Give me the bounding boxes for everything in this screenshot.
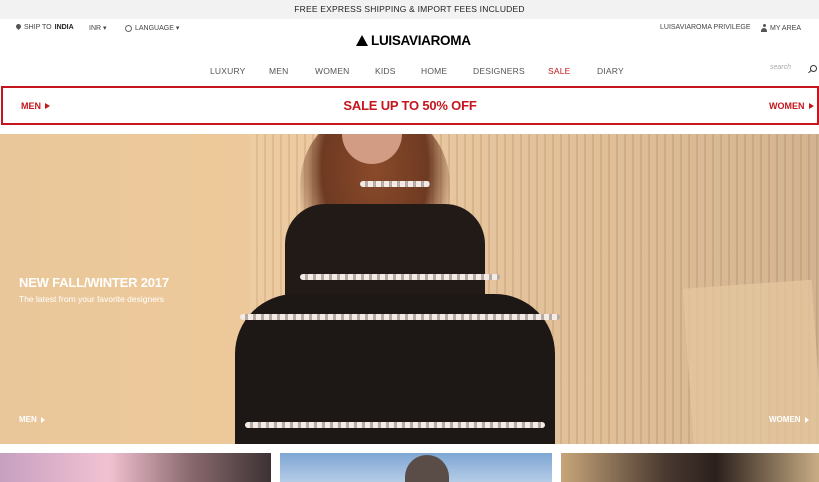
promo-tile-2[interactable]: [280, 453, 552, 482]
ship-to-selector[interactable]: SHIP TO INDIA: [16, 24, 74, 31]
hero-banner[interactable]: NEW FALL/WINTER 2017 The latest from you…: [0, 134, 819, 444]
site-logo[interactable]: LUISAVIAROMA: [356, 33, 471, 48]
arrow-right-icon: [40, 416, 45, 423]
sale-banner: MEN SALE UP TO 50% OFF WOMEN: [1, 86, 819, 125]
main-nav: LUXURY MEN WOMEN KIDS HOME DESIGNERS SAL…: [0, 63, 819, 79]
my-area-label: MY AREA: [770, 24, 801, 32]
logo-text: LUISAVIAROMA: [371, 33, 471, 48]
arrow-right-icon: [804, 416, 809, 423]
hero-subtitle: The latest from your favorite designers: [19, 294, 165, 304]
ship-to-label: SHIP TO: [24, 24, 52, 31]
sale-headline[interactable]: SALE UP TO 50% OFF: [3, 98, 817, 113]
shipping-promo-text: FREE EXPRESS SHIPPING & IMPORT FEES INCL…: [294, 4, 525, 14]
nav-item-luxury[interactable]: LUXURY: [210, 66, 246, 76]
dress-ruffle: [245, 422, 545, 428]
hero-men-link[interactable]: MEN: [19, 415, 45, 424]
logo-triangle-icon: [356, 35, 368, 46]
language-selector[interactable]: LANGUAGE ▾: [125, 24, 179, 32]
hero-women-link[interactable]: WOMEN: [769, 415, 809, 424]
nav-item-sale[interactable]: SALE: [548, 66, 571, 76]
dress-ruffle: [360, 181, 430, 187]
dress-ruffle: [300, 274, 500, 280]
sale-women-label: WOMEN: [769, 101, 805, 111]
language-label: LANGUAGE ▾: [135, 25, 180, 32]
shipping-promo-bar: FREE EXPRESS SHIPPING & IMPORT FEES INCL…: [0, 0, 819, 19]
hero-men-label: MEN: [19, 415, 37, 424]
search-icon[interactable]: [810, 65, 817, 72]
hero-women-label: WOMEN: [769, 415, 801, 424]
search-input[interactable]: search: [770, 64, 791, 71]
user-icon: [761, 24, 767, 32]
nav-item-kids[interactable]: KIDS: [375, 66, 396, 76]
currency-label: INR ▾: [89, 25, 107, 32]
hero-title: NEW FALL/WINTER 2017: [19, 275, 169, 290]
promo-tile-3[interactable]: [561, 453, 819, 482]
privilege-link[interactable]: LUISAVIAROMA PRIVILEGE: [660, 24, 751, 31]
promo-tile-model: [405, 455, 449, 482]
nav-item-home[interactable]: HOME: [421, 66, 447, 76]
location-pin-icon: [16, 24, 21, 31]
nav-item-designers[interactable]: DESIGNERS: [473, 66, 525, 76]
globe-icon: [125, 24, 132, 32]
my-area-link[interactable]: MY AREA: [761, 24, 801, 32]
nav-item-women[interactable]: WOMEN: [315, 66, 350, 76]
nav-item-diary[interactable]: DIARY: [597, 66, 624, 76]
arrow-right-icon: [808, 103, 814, 109]
nav-item-men[interactable]: MEN: [269, 66, 289, 76]
ship-to-country: INDIA: [54, 24, 74, 31]
privilege-label: LUISAVIAROMA PRIVILEGE: [660, 24, 751, 31]
sale-women-link[interactable]: WOMEN: [769, 101, 814, 111]
dress-ruffle: [240, 314, 560, 320]
promo-tile-1[interactable]: [0, 453, 271, 482]
currency-selector[interactable]: INR ▾: [89, 24, 107, 32]
